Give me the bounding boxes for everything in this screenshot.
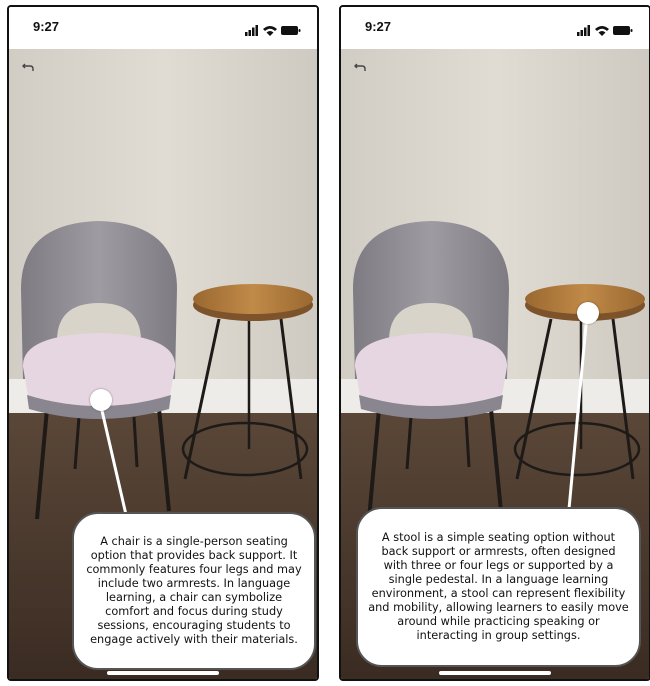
description-text: A chair is a single-person seating optio… xyxy=(86,535,302,646)
back-button[interactable] xyxy=(19,57,39,77)
wifi-icon xyxy=(263,26,277,36)
description-text: A stool is a simple seating option witho… xyxy=(368,531,629,642)
description-callout: A stool is a simple seating option witho… xyxy=(356,507,641,667)
status-bar: 9:27 xyxy=(341,7,649,49)
pointer-dot[interactable] xyxy=(90,389,112,411)
back-arrow-icon xyxy=(354,63,366,71)
pointer-dot[interactable] xyxy=(577,302,599,324)
battery-icon xyxy=(281,26,301,35)
phone-screen-stool: 9:27 A stool is a simple seating option … xyxy=(339,5,650,681)
status-time: 9:27 xyxy=(33,19,60,34)
home-indicator[interactable] xyxy=(107,671,219,675)
signal-icon xyxy=(245,25,258,36)
wifi-icon xyxy=(595,26,609,36)
description-callout: A chair is a single-person seating optio… xyxy=(72,512,316,670)
status-bar: 9:27 xyxy=(9,7,317,49)
status-time: 9:27 xyxy=(365,19,392,34)
status-icons xyxy=(575,21,635,36)
signal-icon xyxy=(577,25,590,36)
battery-icon xyxy=(613,26,633,35)
back-button[interactable] xyxy=(351,57,371,77)
back-arrow-icon xyxy=(22,63,34,71)
status-icons xyxy=(243,21,303,36)
home-indicator[interactable] xyxy=(439,671,551,675)
phone-screen-chair: 9:27 A chair is a single-person seating … xyxy=(7,5,319,681)
